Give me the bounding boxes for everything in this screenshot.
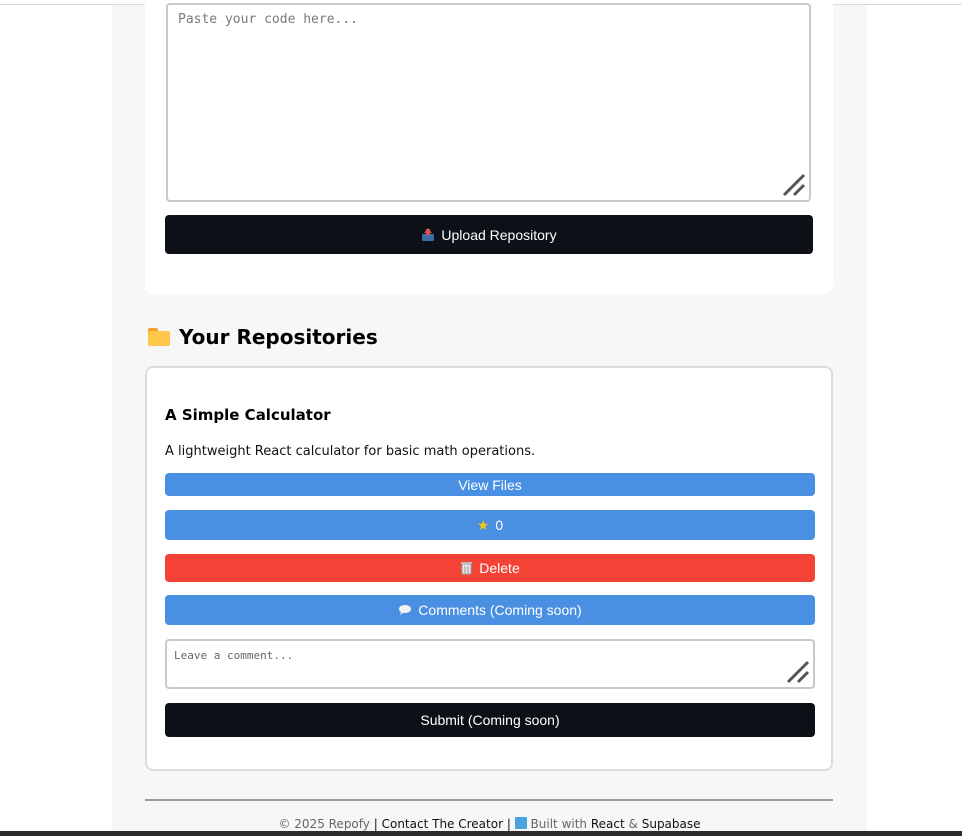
resize-handle-icon[interactable] <box>784 658 810 684</box>
footer-separator: | <box>506 817 511 831</box>
folder-icon <box>147 327 171 347</box>
speech-balloon-icon <box>399 605 412 615</box>
comments-label: Comments (Coming soon) <box>418 602 582 618</box>
comment-textarea[interactable]: Leave a comment... <box>165 639 815 689</box>
star-button[interactable]: ★ 0 <box>165 510 815 540</box>
repository-title: A Simple Calculator <box>165 406 331 424</box>
code-textarea[interactable]: Paste your code here... <box>166 3 811 202</box>
footer-divider <box>145 799 833 801</box>
star-icon: ★ <box>476 516 490 533</box>
wastebasket-icon <box>461 562 473 575</box>
comment-placeholder: Leave a comment... <box>174 649 294 662</box>
contact-creator-link[interactable]: Contact The Creator <box>382 817 503 831</box>
resize-handle-icon[interactable] <box>780 171 806 197</box>
repositories-heading: Your Repositories <box>147 321 378 353</box>
footer-copyright: © 2025 Repofy <box>278 817 370 831</box>
taskbar-edge <box>0 831 962 836</box>
view-files-button[interactable]: View Files <box>165 473 815 496</box>
books-icon <box>514 817 527 829</box>
submit-comment-button[interactable]: Submit (Coming soon) <box>165 703 815 737</box>
footer: © 2025 Repofy | Contact The Creator | Bu… <box>112 817 867 831</box>
code-placeholder: Paste your code here... <box>178 12 359 27</box>
delete-button[interactable]: Delete <box>165 554 815 582</box>
supabase-link[interactable]: Supabase <box>642 817 701 831</box>
upload-repository-button[interactable]: Upload Repository <box>165 215 813 254</box>
repositories-title: Your Repositories <box>179 325 378 349</box>
upload-button-label: Upload Repository <box>441 226 557 243</box>
repository-description: A lightweight React calculator for basic… <box>165 444 536 459</box>
star-count: 0 <box>495 517 504 533</box>
delete-label: Delete <box>479 560 520 576</box>
react-link[interactable]: React <box>591 817 625 831</box>
submit-label: Submit (Coming soon) <box>420 712 560 728</box>
main-column: Paste your code here... Upload Repositor… <box>112 0 867 836</box>
outbox-tray-icon <box>422 227 435 241</box>
footer-ampersand: & <box>628 817 638 831</box>
built-with-text: Built with <box>530 817 588 831</box>
upload-card: Paste your code here... Upload Repositor… <box>145 0 833 294</box>
view-files-label: View Files <box>458 476 522 493</box>
repository-card: A Simple Calculator A lightweight React … <box>145 366 833 771</box>
comments-button[interactable]: Comments (Coming soon) <box>165 595 815 625</box>
footer-separator: | <box>373 817 378 831</box>
